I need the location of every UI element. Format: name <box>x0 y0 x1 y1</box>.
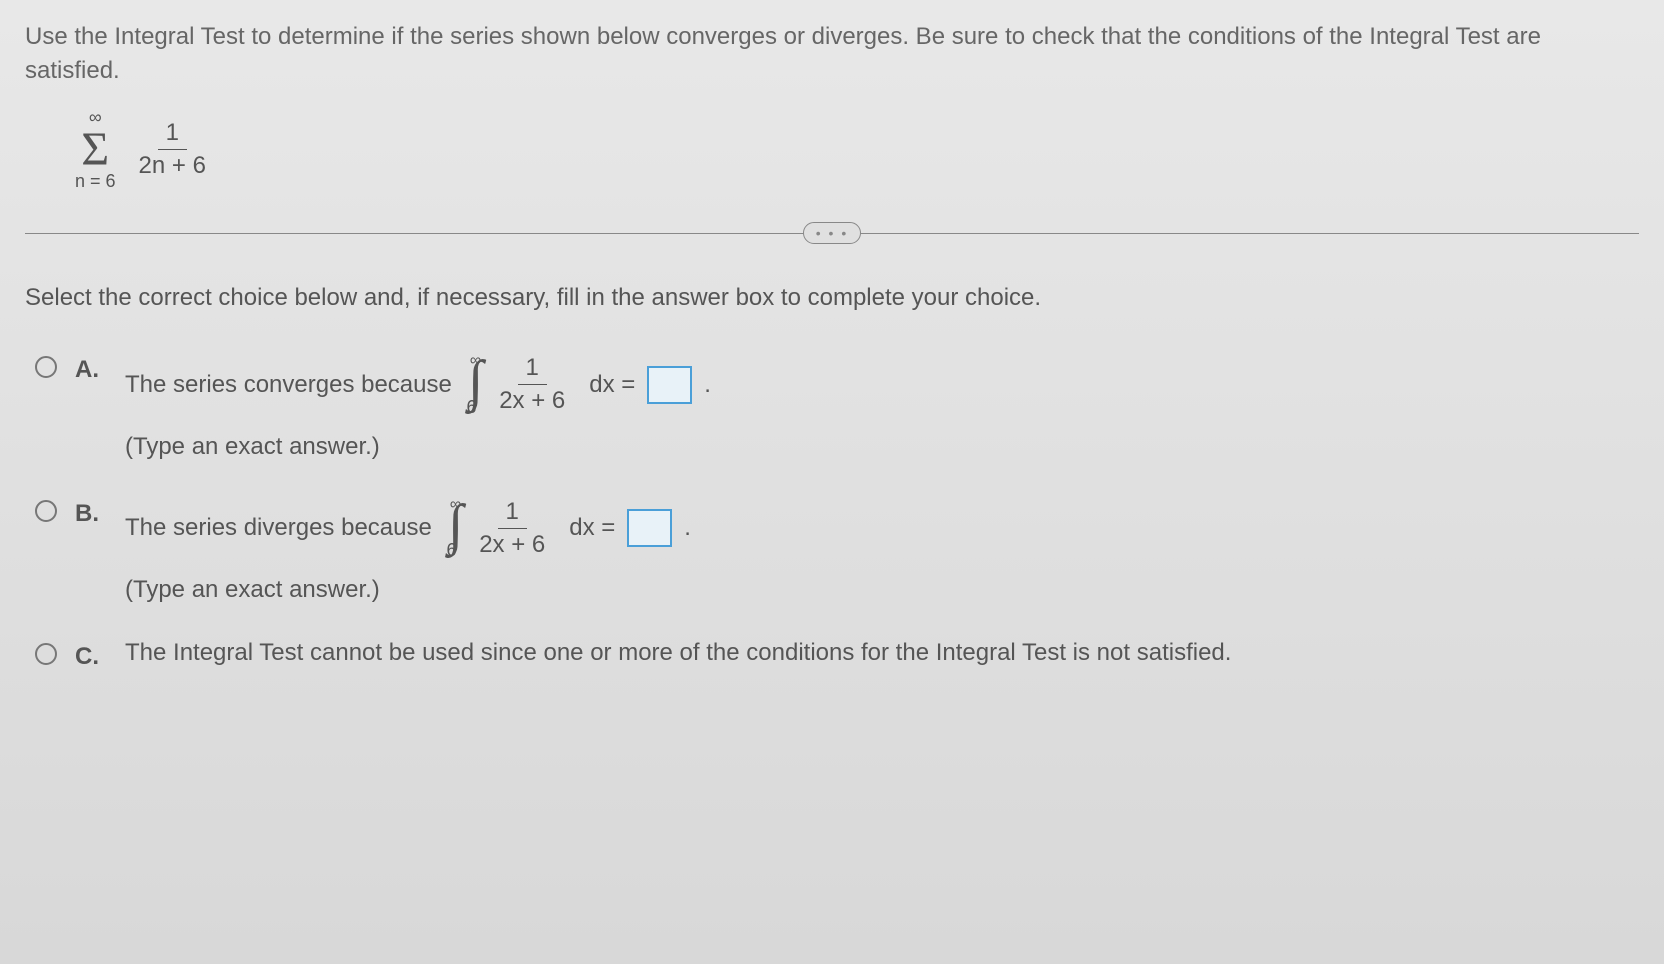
choice-c-label: C. <box>75 643 105 671</box>
choice-b: B. The series diverges because ∞ ∫ 6 1 2… <box>35 496 1639 604</box>
integral-b-after: dx = <box>569 514 615 542</box>
instruction-text: Select the correct choice below and, if … <box>25 284 1639 312</box>
choice-c-text: The Integral Test cannot be used since o… <box>125 639 1231 667</box>
integral-a-num: 1 <box>518 354 547 385</box>
choice-b-text: The series diverges because <box>125 514 432 542</box>
sigma-symbol: Σ <box>81 128 109 171</box>
integral-b: ∞ ∫ 6 1 2x + 6 <box>448 496 553 561</box>
integral-b-lower: 6 <box>447 540 457 561</box>
question-text: Use the Integral Test to determine if th… <box>25 20 1639 87</box>
integral-a: ∞ ∫ 6 1 2x + 6 <box>468 352 573 417</box>
series-numerator: 1 <box>158 119 187 150</box>
choice-a: A. The series converges because ∞ ∫ 6 1 … <box>35 352 1639 460</box>
choice-a-label: A. <box>75 356 105 384</box>
series-formula: ∞ Σ n = 6 1 2n + 6 <box>75 107 1639 192</box>
choice-a-hint: (Type an exact answer.) <box>125 433 1639 461</box>
sigma-lower: n = 6 <box>75 171 116 192</box>
choice-b-label: B. <box>75 500 105 528</box>
integral-b-num: 1 <box>498 498 527 529</box>
answer-box-a[interactable] <box>647 366 692 404</box>
choice-b-hint: (Type an exact answer.) <box>125 576 1639 604</box>
choice-a-text: The series converges because <box>125 371 452 399</box>
radio-c[interactable] <box>35 643 57 665</box>
choice-a-period: . <box>704 371 711 399</box>
answer-box-b[interactable] <box>627 509 672 547</box>
ellipsis-icon: • • • <box>803 222 861 244</box>
integral-b-den: 2x + 6 <box>471 529 553 559</box>
choice-c: C. The Integral Test cannot be used sinc… <box>35 639 1639 682</box>
radio-b[interactable] <box>35 500 57 522</box>
radio-a[interactable] <box>35 356 57 378</box>
choice-b-period: . <box>684 514 691 542</box>
integral-a-den: 2x + 6 <box>491 385 573 415</box>
series-denominator: 2n + 6 <box>131 150 214 180</box>
integral-a-after: dx = <box>589 371 635 399</box>
section-divider: • • • <box>25 222 1639 244</box>
integral-a-lower: 6 <box>467 397 477 418</box>
